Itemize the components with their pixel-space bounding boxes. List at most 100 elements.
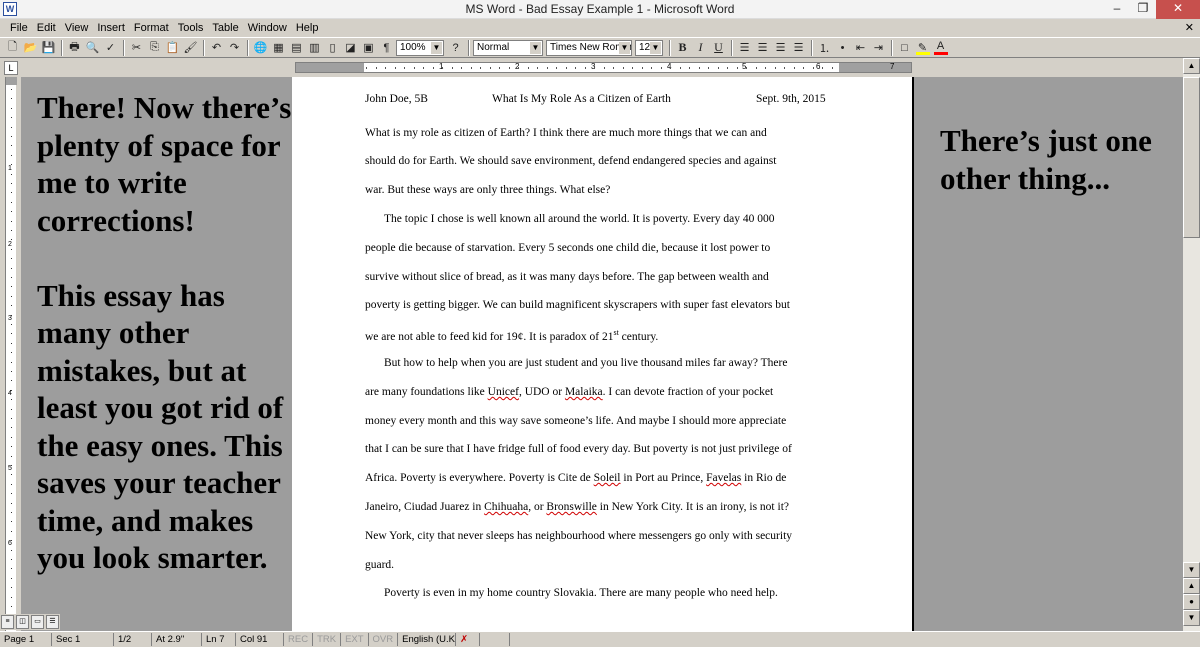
status-page[interactable]: Page 1	[0, 633, 52, 646]
scroll-thumb[interactable]	[1183, 77, 1200, 238]
paste-icon[interactable]: 📋	[164, 39, 181, 56]
ruler-tick	[670, 67, 671, 69]
borders-icon[interactable]: □	[896, 39, 913, 56]
document-map-icon[interactable]: ▣	[360, 39, 377, 56]
menu-help[interactable]: Help	[296, 22, 319, 34]
columns-icon[interactable]: ▯	[324, 39, 341, 56]
vertical-ruler-track[interactable]: 1 2 3 4 5 6	[5, 77, 17, 632]
menu-tools[interactable]: Tools	[178, 22, 204, 34]
maximize-button[interactable]: ❐	[1130, 0, 1156, 19]
cut-icon[interactable]: ✂	[128, 39, 145, 56]
menu-format[interactable]: Format	[134, 22, 169, 34]
zoom-select[interactable]: 100% ▼	[396, 39, 444, 56]
header-date: Sept. 9th, 2015	[756, 93, 826, 105]
spelling-error[interactable]: Favelas	[706, 472, 741, 484]
status-language[interactable]: English (U.K	[398, 633, 457, 646]
vertical-ruler-tick	[11, 286, 12, 288]
show-hide-icon[interactable]: ¶	[378, 39, 395, 56]
ruler-tick	[442, 67, 443, 69]
save-icon[interactable]: 💾	[40, 39, 57, 56]
align-right-icon[interactable]: ☰	[772, 39, 789, 56]
copy-icon[interactable]: ⎘	[146, 39, 163, 56]
menu-view[interactable]: View	[65, 22, 89, 34]
ruler-tick	[698, 67, 700, 69]
tab-selector-icon[interactable]: L	[4, 61, 18, 75]
font-size-select[interactable]: 12 ▼	[635, 39, 663, 56]
tables-borders-icon[interactable]: ▦	[270, 39, 287, 56]
open-folder-icon[interactable]: 📂	[22, 39, 39, 56]
italic-button[interactable]: I	[692, 39, 709, 56]
hyperlink-icon[interactable]: 🌐	[252, 39, 269, 56]
print-preview-icon[interactable]: 🔍	[84, 39, 101, 56]
redo-icon[interactable]: ↷	[226, 39, 243, 56]
vertical-ruler-tick	[11, 324, 12, 325]
insert-table-icon[interactable]: ▤	[288, 39, 305, 56]
menu-window[interactable]: Window	[248, 22, 287, 34]
previous-page-icon[interactable]: ▲	[1183, 578, 1200, 594]
scroll-down-icon[interactable]: ▼	[1183, 562, 1200, 578]
menu-table[interactable]: Table	[212, 22, 238, 34]
text-line: The topic I chose is well known all arou…	[384, 213, 775, 225]
scroll-up-icon[interactable]: ▲	[1183, 58, 1200, 74]
bold-button[interactable]: B	[674, 39, 691, 56]
normal-view-icon[interactable]: ≡	[1, 615, 14, 629]
ruler-tick	[651, 67, 652, 69]
align-center-icon[interactable]: ☰	[754, 39, 771, 56]
decrease-indent-icon[interactable]: ⇤	[852, 39, 869, 56]
spelling-error[interactable]: Chihuaha	[484, 501, 528, 513]
status-rec[interactable]: REC	[284, 633, 314, 646]
help-icon[interactable]: ?	[447, 39, 464, 56]
web-layout-icon[interactable]: ◫	[16, 615, 29, 629]
menu-edit[interactable]: Edit	[37, 22, 56, 34]
toolbar-separator	[811, 39, 813, 56]
spelling-error[interactable]: Bronswille	[546, 501, 596, 513]
highlight-icon[interactable]: ✎	[914, 39, 931, 56]
justify-icon[interactable]: ☰	[790, 39, 807, 56]
drawing-icon[interactable]: ◪	[342, 39, 359, 56]
spelling-error[interactable]: Malaika	[565, 386, 603, 398]
menu-file[interactable]: File	[10, 22, 28, 34]
ruler-tick	[803, 67, 804, 69]
browse-object-icon[interactable]: ●	[1183, 594, 1200, 610]
toolbar-separator	[468, 39, 470, 56]
outline-view-icon[interactable]: ☰	[46, 615, 59, 629]
status-trk[interactable]: TRK	[313, 633, 342, 646]
increase-indent-icon[interactable]: ⇥	[870, 39, 887, 56]
bullets-icon[interactable]: •	[834, 39, 851, 56]
style-select[interactable]: Normal ▼	[473, 39, 543, 56]
align-left-icon[interactable]: ☰	[736, 39, 753, 56]
format-painter-icon[interactable]: 🖌	[182, 39, 199, 56]
font-select[interactable]: Times New Roman ▼	[546, 39, 632, 56]
ruler-tick	[831, 67, 833, 69]
font-color-icon[interactable]: A	[932, 39, 949, 56]
document-page[interactable]: John Doe, 5B What Is My Role As a Citize…	[292, 77, 914, 632]
insert-excel-icon[interactable]: ▥	[306, 39, 323, 56]
status-ovr[interactable]: OVR	[369, 633, 399, 646]
print-icon[interactable]: 🖶	[66, 39, 83, 56]
next-page-icon[interactable]: ▼	[1183, 610, 1200, 626]
document-close-button[interactable]: ✕	[1185, 21, 1194, 34]
vertical-ruler-tick	[11, 201, 12, 203]
minimize-button[interactable]: –	[1104, 0, 1130, 19]
horizontal-ruler[interactable]: 1 2 3 4 5 6 7	[295, 62, 912, 73]
font-size-value: 12	[639, 41, 651, 53]
vertical-scrollbar[interactable]: ▲ ▼ ▲ ● ▼	[1183, 58, 1200, 632]
text-line: are many foundations like Unicef, UDO or…	[365, 386, 773, 398]
new-document-icon[interactable]: 🗋	[4, 39, 21, 56]
chevron-down-icon: ▼	[431, 41, 442, 54]
undo-icon[interactable]: ↶	[208, 39, 225, 56]
spelling-status-icon[interactable]: ✗	[456, 633, 481, 646]
ruler-tick	[793, 67, 795, 69]
status-ext[interactable]: EXT	[341, 633, 369, 646]
spelling-error[interactable]: Unicef	[488, 386, 519, 398]
spelling-error[interactable]: Soleil	[594, 472, 621, 484]
underline-button[interactable]: U	[710, 39, 727, 56]
numbering-icon[interactable]: ⒈	[816, 39, 833, 56]
text-line: war. But these ways are only three thing…	[365, 184, 611, 196]
ruler-tick	[451, 67, 453, 69]
menu-insert[interactable]: Insert	[97, 22, 125, 34]
close-button[interactable]: ✕	[1156, 0, 1200, 19]
print-layout-icon[interactable]: ▭	[31, 615, 44, 629]
spelling-icon[interactable]: ✓	[102, 39, 119, 56]
status-position: At 2.9"	[152, 633, 202, 646]
